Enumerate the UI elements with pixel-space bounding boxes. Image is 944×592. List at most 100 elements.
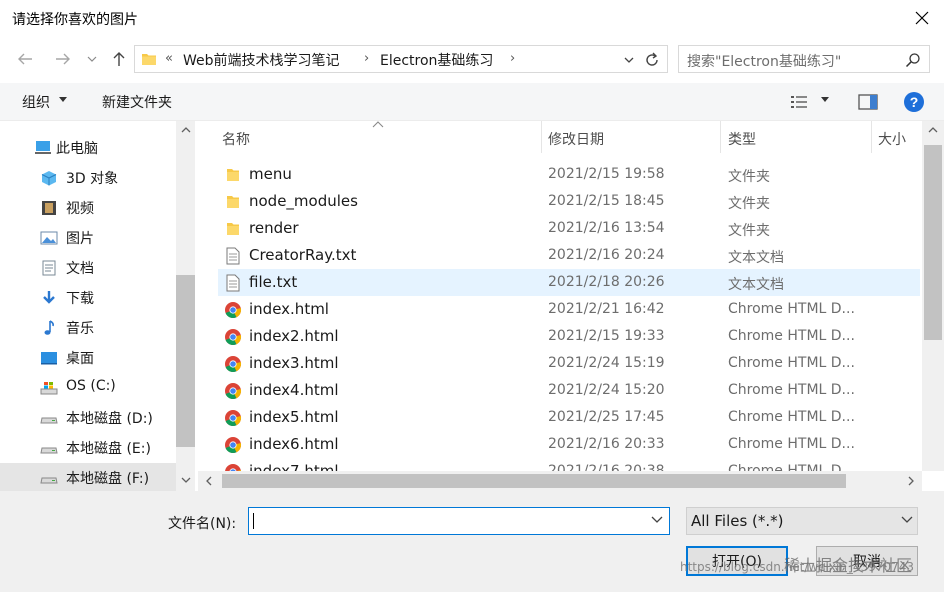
file-row[interactable]: render 2021/2/16 13:54 文件夹 (218, 215, 920, 242)
file-name: index2.html (249, 327, 339, 345)
chrome-icon (224, 355, 242, 373)
file-row[interactable]: index4.html 2021/2/24 15:20 Chrome HTML D.… (218, 377, 920, 404)
organize-button[interactable]: 组织 (22, 92, 50, 112)
nav-item-label: 本地磁盘 (E:) (66, 441, 151, 457)
search-placeholder: 搜索"Electron基础练习" (687, 54, 842, 70)
file-row[interactable]: menu 2021/2/15 19:58 文件夹 (218, 161, 920, 188)
nav-item-label: 音乐 (66, 321, 94, 337)
nav-item-label: 下载 (66, 291, 94, 307)
chevron-down-icon (87, 56, 97, 62)
nav-item-label: 桌面 (66, 351, 94, 367)
file-type: 文本文档 (728, 250, 784, 266)
breadcrumb-separator[interactable]: › (510, 51, 515, 66)
file-row[interactable]: file.txt 2021/2/18 20:26 文本文档 (218, 269, 920, 296)
drive-icon (40, 440, 58, 456)
breadcrumb-item[interactable]: Electron基础练习 (380, 50, 493, 70)
document-icon (40, 260, 58, 276)
breadcrumb-separator[interactable]: › (364, 51, 369, 66)
help-icon[interactable]: ? (903, 91, 925, 113)
file-type-select[interactable]: All Files (*.*) (686, 507, 918, 535)
cube-icon (40, 170, 58, 186)
desktop-icon (40, 350, 58, 366)
view-details-icon[interactable] (790, 94, 808, 110)
file-list: 名称 修改日期 类型 大小 menu 2021/2/15 19:58 文件夹 node… (198, 121, 944, 471)
recent-locations-button[interactable] (84, 48, 100, 70)
filename-input[interactable] (248, 507, 670, 535)
column-header-size[interactable]: 大小 (878, 129, 906, 149)
nav-item-label: 文档 (66, 261, 94, 277)
chevron-right-icon[interactable] (908, 476, 914, 486)
chevron-down-icon[interactable] (58, 97, 68, 103)
chevron-down-icon[interactable] (621, 52, 637, 68)
file-type: Chrome HTML D... (728, 328, 855, 344)
command-toolbar: 组织 新建文件夹 ? (0, 83, 944, 121)
column-header-type[interactable]: 类型 (728, 129, 756, 149)
column-header-name[interactable]: 名称 (222, 129, 250, 149)
chevron-down-icon[interactable] (901, 516, 913, 524)
address-bar[interactable]: « Web前端技术栈学习笔记 › Electron基础练习 › (134, 45, 668, 73)
chevron-down-icon[interactable] (181, 477, 191, 483)
file-date: 2021/2/16 20:33 (548, 436, 665, 452)
nav-item[interactable]: 本地磁盘 (D:) (0, 403, 176, 433)
file-date: 2021/2/16 13:54 (548, 220, 665, 236)
nav-item[interactable]: 视频 (0, 193, 176, 223)
dialog-title: 请选择你喜欢的图片 (12, 12, 138, 28)
file-row[interactable]: index5.html 2021/2/25 17:45 Chrome HTML D.… (218, 404, 920, 431)
column-divider[interactable] (541, 121, 542, 153)
chrome-icon (224, 463, 242, 471)
chevron-down-icon[interactable] (651, 516, 663, 524)
breadcrumb-item[interactable]: Web前端技术栈学习笔记 (183, 50, 340, 70)
nav-item[interactable]: 音乐 (0, 313, 176, 343)
file-date: 2021/2/16 20:24 (548, 247, 665, 263)
new-folder-button[interactable]: 新建文件夹 (102, 92, 172, 112)
nav-scrollbar-thumb[interactable] (176, 275, 195, 447)
file-row[interactable]: index7.html 2021/2/16 20:38 Chrome HTML D.… (218, 458, 920, 471)
column-divider[interactable] (871, 121, 872, 153)
column-divider[interactable] (720, 121, 721, 153)
file-row[interactable]: index6.html 2021/2/16 20:33 Chrome HTML D.… (218, 431, 920, 458)
chevron-left-icon[interactable] (206, 476, 212, 486)
file-date: 2021/2/15 18:45 (548, 193, 665, 209)
nav-item[interactable]: 桌面 (0, 343, 176, 373)
chevron-up-icon[interactable] (928, 127, 938, 133)
chrome-icon (224, 382, 242, 400)
chrome-icon (224, 409, 242, 427)
nav-item[interactable]: OS (C:) (0, 373, 176, 403)
chevron-down-icon[interactable] (820, 97, 830, 103)
computer-icon (34, 140, 52, 156)
overflow-chevron[interactable]: « (165, 51, 173, 66)
preview-pane-icon[interactable] (858, 93, 878, 111)
up-button[interactable] (108, 48, 130, 70)
file-name: index.html (249, 300, 329, 318)
file-type: 文件夹 (728, 169, 770, 185)
file-date: 2021/2/16 20:38 (548, 463, 665, 471)
dialog-footer: 文件名(N): All Files (*.*) 打开(O) 取消 (0, 491, 944, 592)
text-caret (253, 513, 254, 529)
file-row[interactable]: index.html 2021/2/21 16:42 Chrome HTML D..… (218, 296, 920, 323)
file-row[interactable]: node_modules 2021/2/15 18:45 文件夹 (218, 188, 920, 215)
nav-item[interactable]: 图片 (0, 223, 176, 253)
nav-item[interactable]: 本地磁盘 (F:) (0, 463, 176, 491)
file-type: 文件夹 (728, 196, 770, 212)
horizontal-scrollbar-thumb[interactable] (222, 474, 846, 488)
back-button[interactable] (14, 48, 36, 70)
nav-item-label: OS (C:) (66, 378, 116, 394)
search-box[interactable]: 搜索"Electron基础练习" (678, 45, 930, 73)
file-row[interactable]: index3.html 2021/2/24 15:19 Chrome HTML D.… (218, 350, 920, 377)
folder-icon (142, 54, 156, 65)
nav-item[interactable]: 文档 (0, 253, 176, 283)
nav-item[interactable]: 此电脑 (0, 133, 176, 163)
search-icon[interactable] (905, 52, 921, 68)
file-row[interactable]: index2.html 2021/2/15 19:33 Chrome HTML D.… (218, 323, 920, 350)
forward-button[interactable] (52, 48, 74, 70)
close-button[interactable] (908, 6, 936, 30)
column-header-date[interactable]: 修改日期 (548, 129, 604, 149)
vertical-scrollbar-thumb[interactable] (924, 145, 942, 340)
nav-item[interactable]: 3D 对象 (0, 163, 176, 193)
file-row[interactable]: CreatorRay.txt 2021/2/16 20:24 文本文档 (218, 242, 920, 269)
file-date: 2021/2/24 15:19 (548, 355, 665, 371)
refresh-icon[interactable] (643, 51, 661, 69)
chevron-up-icon[interactable] (181, 127, 191, 133)
nav-item[interactable]: 下载 (0, 283, 176, 313)
nav-item[interactable]: 本地磁盘 (E:) (0, 433, 176, 463)
